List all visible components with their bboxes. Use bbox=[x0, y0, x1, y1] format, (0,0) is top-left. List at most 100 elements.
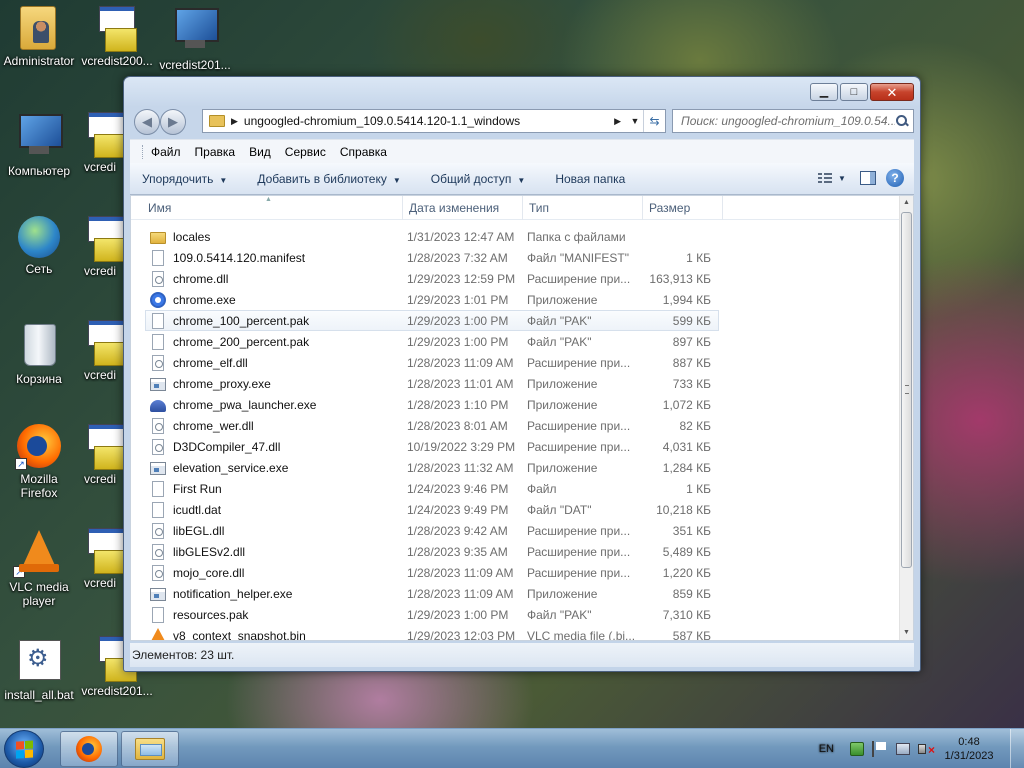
file-row[interactable]: notification_helper.exe 1/28/2023 11:09 A… bbox=[131, 583, 901, 604]
forward-button[interactable]: ▶ bbox=[160, 109, 186, 135]
file-size: 1 КБ bbox=[686, 481, 711, 496]
start-button[interactable] bbox=[4, 730, 44, 768]
file-row[interactable]: chrome_wer.dll 1/28/2023 8:01 AM Расширени… bbox=[131, 415, 901, 436]
desktop-icon-administrator[interactable]: Administrator bbox=[0, 6, 78, 68]
menu-file[interactable]: Файл bbox=[151, 145, 181, 159]
file-row[interactable]: 109.0.5414.120.manifest 1/28/2023 7:32 AM… bbox=[131, 247, 901, 268]
file-row[interactable]: mojo_core.dll 1/28/2023 11:09 AM Расширени… bbox=[131, 562, 901, 583]
file-row[interactable]: D3DCompiler_47.dll 10/19/2022 3:29 PM Расш… bbox=[131, 436, 901, 457]
network-icon[interactable] bbox=[896, 743, 910, 755]
user-folder-icon bbox=[20, 6, 56, 50]
volume-muted-icon[interactable] bbox=[918, 743, 935, 757]
file-row[interactable]: icudtl.dat 1/24/2023 9:49 PM Файл "DAT" 10,… bbox=[131, 499, 901, 520]
desktop-icon-computer[interactable]: Компьютер bbox=[0, 112, 78, 178]
file-row[interactable]: chrome_100_percent.pak 1/29/2023 1:00 PM Ф… bbox=[145, 310, 719, 331]
column-header-name[interactable]: ▲ Имя bbox=[131, 196, 403, 220]
column-header-type[interactable]: Тип bbox=[523, 196, 643, 220]
file-row[interactable]: libGLESv2.dll 1/28/2023 9:35 AM Расширение… bbox=[131, 541, 901, 562]
help-icon[interactable]: ? bbox=[886, 169, 904, 187]
column-header-date[interactable]: Дата изменения bbox=[403, 196, 523, 220]
installer-box-icon bbox=[95, 6, 139, 52]
arrow-left-icon: ◀ bbox=[142, 114, 152, 129]
file-row[interactable]: chrome_pwa_launcher.exe 1/28/2023 1:10 PM… bbox=[131, 394, 901, 415]
installer-box-icon bbox=[84, 320, 124, 366]
file-row[interactable]: resources.pak 1/29/2023 1:00 PM Файл "PAK"… bbox=[131, 604, 901, 625]
file-row[interactable]: chrome.exe 1/29/2023 1:01 PM Приложение 1,9… bbox=[131, 289, 901, 310]
desktop-icon-vcredist-5[interactable]: vcredi bbox=[78, 320, 124, 382]
menu-edit[interactable]: Правка bbox=[195, 145, 236, 159]
file-type: Расширение при... bbox=[527, 439, 631, 454]
maximize-icon: □ bbox=[850, 85, 858, 98]
search-icon bbox=[895, 114, 909, 128]
file-type: Папка с файлами bbox=[527, 229, 626, 244]
desktop-icon-vcredist-7[interactable]: vcredi bbox=[78, 528, 124, 590]
share-button[interactable]: Общий доступ ▼ bbox=[431, 172, 526, 186]
taskbar-explorer-button[interactable] bbox=[121, 731, 179, 767]
refresh-button[interactable]: ⇆ bbox=[643, 110, 665, 132]
menu-tools[interactable]: Сервис bbox=[285, 145, 326, 159]
system-tray: EN 0:48 1/31/2023 bbox=[819, 729, 1024, 768]
address-path[interactable]: ungoogled-chromium_109.0.5414.120-1.1_wi… bbox=[244, 114, 614, 128]
minimize-button[interactable]: ▁ bbox=[810, 83, 838, 101]
file-size: 1,994 КБ bbox=[662, 292, 711, 307]
menu-view[interactable]: Вид bbox=[249, 145, 271, 159]
file-row[interactable]: chrome_elf.dll 1/28/2023 11:09 AM Расширен… bbox=[131, 352, 901, 373]
desktop-icon-vcredist-4[interactable]: vcredi bbox=[78, 216, 124, 278]
vertical-scrollbar[interactable]: ▲ ▼ bbox=[899, 196, 913, 640]
security-shield-icon[interactable] bbox=[850, 742, 864, 756]
desktop-icon-firefox[interactable]: ↗ Mozilla Firefox bbox=[0, 424, 78, 500]
firefox-icon: ↗ bbox=[15, 424, 61, 470]
scroll-up-icon[interactable]: ▲ bbox=[900, 196, 913, 210]
file-size: 1 КБ bbox=[686, 250, 711, 265]
language-indicator[interactable]: EN bbox=[819, 743, 834, 755]
file-row[interactable]: libEGL.dll 1/28/2023 9:42 AM Расширение пр… bbox=[131, 520, 901, 541]
add-to-library-button[interactable]: Добавить в библиотеку ▼ bbox=[257, 172, 400, 186]
taskbar-firefox-button[interactable] bbox=[60, 731, 118, 767]
address-history-dropdown[interactable]: ▼ bbox=[627, 116, 643, 126]
back-button[interactable]: ◀ bbox=[134, 109, 160, 135]
file-row[interactable]: locales 1/31/2023 12:47 AM Папка с файлами bbox=[131, 226, 901, 247]
file-row[interactable]: v8_context_snapshot.bin 1/29/2023 12:03 P… bbox=[131, 625, 901, 641]
new-folder-button[interactable]: Новая папка bbox=[555, 172, 625, 186]
close-button[interactable]: ✕ bbox=[870, 83, 914, 101]
file-type: Приложение bbox=[527, 397, 598, 412]
scroll-down-icon[interactable]: ▼ bbox=[900, 626, 913, 640]
desktop-icon-network[interactable]: Сеть bbox=[0, 216, 78, 276]
file-type: VLC media file (.bi... bbox=[527, 628, 636, 641]
file-row[interactable]: chrome.dll 1/29/2023 12:59 PM Расширение п… bbox=[131, 268, 901, 289]
desktop-icon-vlc[interactable]: ↗ VLC media player bbox=[0, 528, 78, 608]
scroll-thumb[interactable] bbox=[901, 212, 912, 568]
column-header-size[interactable]: Размер bbox=[643, 196, 723, 220]
desktop-icon-vcredist-6[interactable]: vcredi bbox=[78, 424, 124, 486]
desktop-icon-vcredist-1[interactable]: vcredist200... bbox=[78, 6, 156, 68]
organize-label: Упорядочить bbox=[142, 171, 214, 186]
file-name: notification_helper.exe bbox=[173, 586, 293, 601]
file-type: Файл "DAT" bbox=[527, 502, 592, 517]
menu-help[interactable]: Справка bbox=[340, 145, 387, 159]
installer-box-icon bbox=[84, 112, 124, 158]
file-row[interactable]: First Run 1/24/2023 9:46 PM Файл 1 КБ bbox=[131, 478, 901, 499]
vlc-icon bbox=[150, 628, 166, 640]
maximize-button[interactable]: □ bbox=[840, 83, 868, 101]
desktop-icon-vcredist-3[interactable]: vcredi bbox=[78, 112, 124, 174]
file-date: 1/29/2023 1:00 PM bbox=[407, 313, 509, 328]
file-type: Приложение bbox=[527, 292, 598, 307]
file-type: Расширение при... bbox=[527, 544, 631, 559]
organize-button[interactable]: Упорядочить ▼ bbox=[142, 172, 227, 186]
clock[interactable]: 0:48 1/31/2023 bbox=[934, 735, 1004, 763]
view-options-button[interactable]: ▼ bbox=[818, 168, 850, 188]
address-bar[interactable]: ▶ ungoogled-chromium_109.0.5414.120-1.1_… bbox=[202, 109, 666, 133]
file-row[interactable]: chrome_proxy.exe 1/28/2023 11:01 AM Прилож… bbox=[131, 373, 901, 394]
desktop-icon-vcredist-2[interactable]: vcredist201... bbox=[156, 6, 234, 72]
desktop-icon-recycle-bin[interactable]: Корзина bbox=[0, 320, 78, 386]
preview-pane-icon[interactable] bbox=[860, 171, 876, 185]
show-desktop-button[interactable] bbox=[1010, 729, 1024, 768]
desktop-icon-install-all[interactable]: install_all.bat bbox=[0, 636, 78, 702]
share-label: Общий доступ bbox=[430, 171, 512, 186]
action-center-flag-icon[interactable] bbox=[872, 741, 888, 757]
file-row[interactable]: elevation_service.exe 1/28/2023 11:32 AM П… bbox=[131, 457, 901, 478]
file-row[interactable]: chrome_200_percent.pak 1/29/2023 1:00 PM Ф… bbox=[131, 331, 901, 352]
search-input[interactable]: Поиск: ungoogled-chromium_109.0.54... bbox=[672, 109, 914, 133]
file-size: 859 КБ bbox=[672, 586, 711, 601]
windows-logo-icon bbox=[16, 740, 34, 759]
